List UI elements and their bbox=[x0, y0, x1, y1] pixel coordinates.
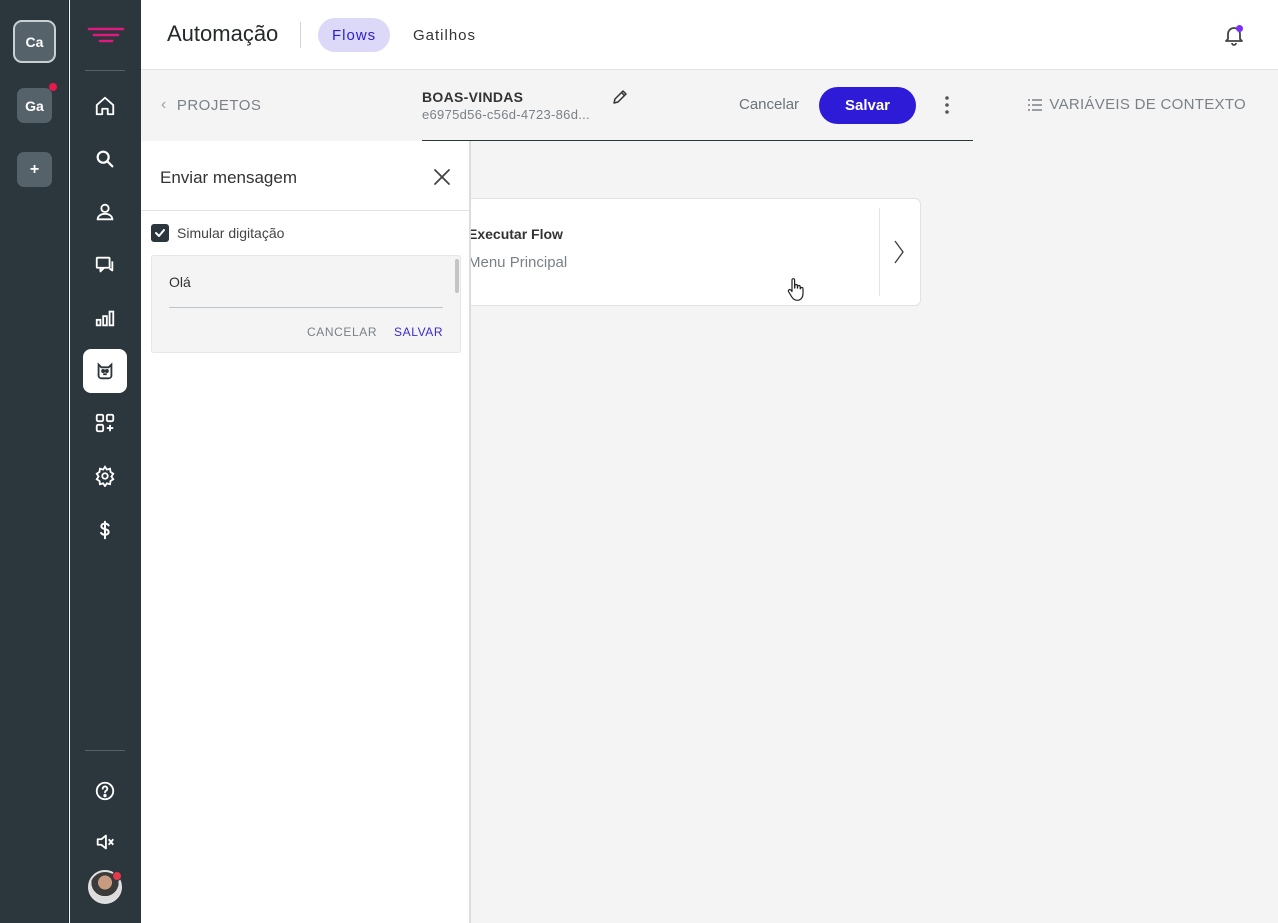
cancel-button[interactable]: Cancelar bbox=[739, 96, 799, 113]
chevron-left-icon: ‹ bbox=[161, 96, 167, 113]
integrations-icon[interactable] bbox=[83, 401, 127, 445]
top-header: Automação Flows Gatilhos bbox=[141, 0, 1278, 70]
contacts-icon[interactable] bbox=[83, 190, 127, 234]
send-message-panel: Enviar mensagem Simular digitação Olá CA… bbox=[141, 141, 471, 923]
rail-divider bbox=[85, 70, 125, 71]
page-title: Automação bbox=[167, 21, 279, 46]
simulate-typing-row[interactable]: Simular digitação bbox=[151, 224, 284, 242]
notification-dot bbox=[49, 83, 57, 91]
search-icon[interactable] bbox=[83, 137, 127, 181]
simulate-typing-label: Simular digitação bbox=[177, 225, 285, 241]
nav-rail bbox=[70, 0, 141, 923]
help-icon[interactable] bbox=[83, 769, 127, 813]
tab-gatilhos[interactable]: Gatilhos bbox=[399, 18, 490, 52]
mute-icon[interactable] bbox=[83, 820, 127, 864]
flow-name: BOAS-VINDAS bbox=[422, 89, 524, 105]
back-to-projects-link[interactable]: ‹ PROJETOS bbox=[161, 96, 261, 114]
message-editor: Olá CANCELAR SALVAR bbox=[151, 255, 461, 353]
panel-divider bbox=[141, 210, 471, 211]
workspace-rail: Ca Ga + bbox=[0, 0, 69, 923]
input-underline bbox=[169, 307, 443, 308]
card-divider bbox=[879, 208, 880, 296]
context-variables-link[interactable]: VARIÁVEIS DE CONTEXTO bbox=[1027, 96, 1246, 113]
home-icon[interactable] bbox=[83, 84, 127, 128]
title-separator bbox=[300, 22, 301, 48]
simulate-typing-checkbox[interactable] bbox=[151, 224, 169, 242]
conversations-icon[interactable] bbox=[83, 243, 127, 287]
toolbar-underline bbox=[422, 140, 973, 141]
workspace-ca-label: Ca bbox=[25, 33, 44, 50]
hand-cursor-icon bbox=[787, 278, 804, 301]
add-workspace-label: + bbox=[29, 160, 40, 178]
message-cancel-button[interactable]: CANCELAR bbox=[307, 325, 377, 339]
workspace-ga-label: Ga bbox=[25, 97, 44, 114]
avatar-notification-dot bbox=[112, 871, 122, 881]
rail-divider bbox=[85, 750, 125, 751]
workspace-ga[interactable]: Ga bbox=[17, 83, 57, 123]
check-icon bbox=[155, 229, 165, 237]
chevron-right-icon[interactable] bbox=[892, 237, 906, 267]
node-title: Executar Flow bbox=[468, 226, 563, 242]
billing-icon[interactable] bbox=[83, 508, 127, 552]
settings-icon[interactable] bbox=[83, 454, 127, 498]
node-subtitle: Menu Principal bbox=[468, 254, 568, 271]
scrollbar[interactable] bbox=[455, 259, 459, 293]
message-save-button[interactable]: SALVAR bbox=[394, 325, 443, 339]
back-label: PROJETOS bbox=[176, 96, 262, 114]
close-icon[interactable] bbox=[431, 166, 453, 188]
notification-dot bbox=[1236, 25, 1243, 32]
reports-icon[interactable] bbox=[83, 296, 127, 340]
brand-logo bbox=[87, 27, 125, 43]
add-workspace-button[interactable]: + bbox=[17, 152, 52, 187]
list-icon bbox=[1028, 98, 1043, 111]
tab-flows[interactable]: Flows bbox=[318, 18, 391, 52]
flow-toolbar: ‹ PROJETOS BOAS-VINDAS e6975d56-c56d-472… bbox=[141, 70, 1278, 141]
context-variables-label: VARIÁVEIS DE CONTEXTO bbox=[1049, 96, 1246, 113]
bot-icon[interactable] bbox=[83, 349, 127, 393]
panel-title: Enviar mensagem bbox=[160, 168, 298, 187]
pencil-icon[interactable] bbox=[611, 88, 629, 106]
workspace-ca[interactable]: Ca bbox=[13, 20, 56, 63]
save-button[interactable]: Salvar bbox=[819, 87, 916, 124]
flow-node-card[interactable]: Executar Flow Menu Principal bbox=[450, 198, 921, 306]
flow-id: e6975d56-c56d-4723-86d... bbox=[422, 107, 590, 122]
message-input[interactable]: Olá bbox=[169, 274, 191, 290]
more-vertical-icon[interactable] bbox=[941, 94, 953, 116]
